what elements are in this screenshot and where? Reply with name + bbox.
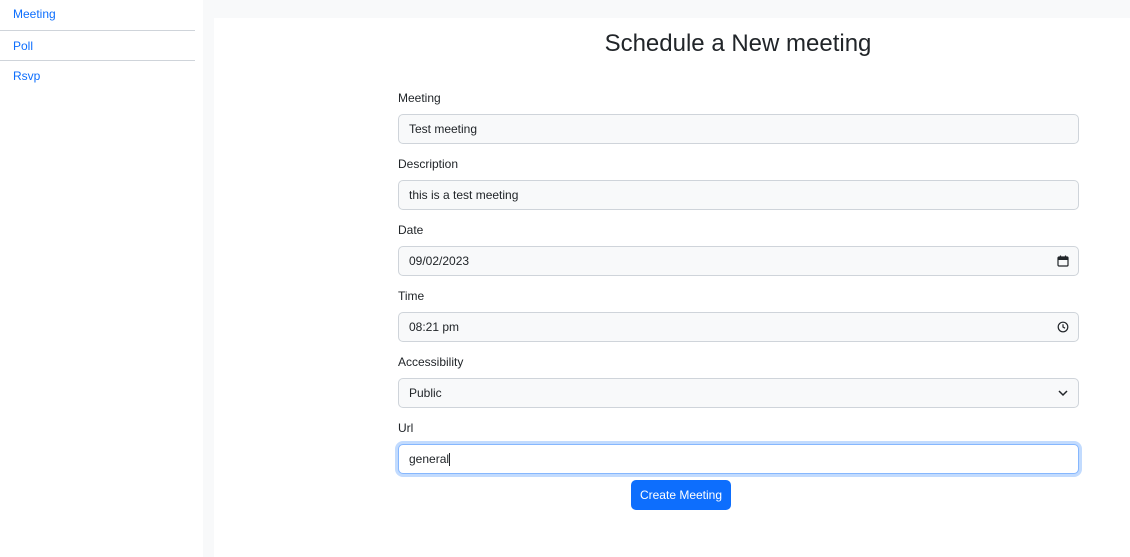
meeting-form-card: Schedule a New meeting Meeting Test meet… [214,18,1130,557]
url-input[interactable]: general [398,444,1079,474]
sidebar-item-rsvp[interactable]: Rsvp [0,61,195,91]
sidebar: Meeting Poll Rsvp [0,0,195,557]
accessibility-select[interactable]: Public [398,378,1079,408]
calendar-icon[interactable] [1057,255,1069,267]
description-input-value: this is a test meeting [409,188,519,202]
url-label: Url [398,421,414,435]
time-input[interactable]: 08:21 pm [398,312,1079,342]
accessibility-select-value: Public [409,386,442,400]
meeting-label: Meeting [398,91,441,105]
url-input-value: general [409,452,450,466]
time-input-value: 08:21 pm [409,320,460,334]
accessibility-label: Accessibility [398,355,464,369]
sidebar-item-poll[interactable]: Poll [0,31,195,61]
meeting-input-value: Test meeting [409,122,478,136]
create-meeting-button[interactable]: Create Meeting [631,480,731,510]
page-title: Schedule a New meeting [604,30,872,57]
clock-icon[interactable] [1057,321,1069,333]
date-input[interactable]: 09/02/2023 [398,246,1079,276]
meeting-input[interactable]: Test meeting [398,114,1079,144]
text-cursor [449,453,451,467]
description-label: Description [398,157,459,171]
chevron-down-icon [1058,390,1068,397]
time-label: Time [398,289,425,303]
date-label: Date [398,223,424,237]
description-input[interactable]: this is a test meeting [398,180,1079,210]
sidebar-item-meeting[interactable]: Meeting [0,0,195,31]
date-input-value: 09/02/2023 [409,254,470,268]
